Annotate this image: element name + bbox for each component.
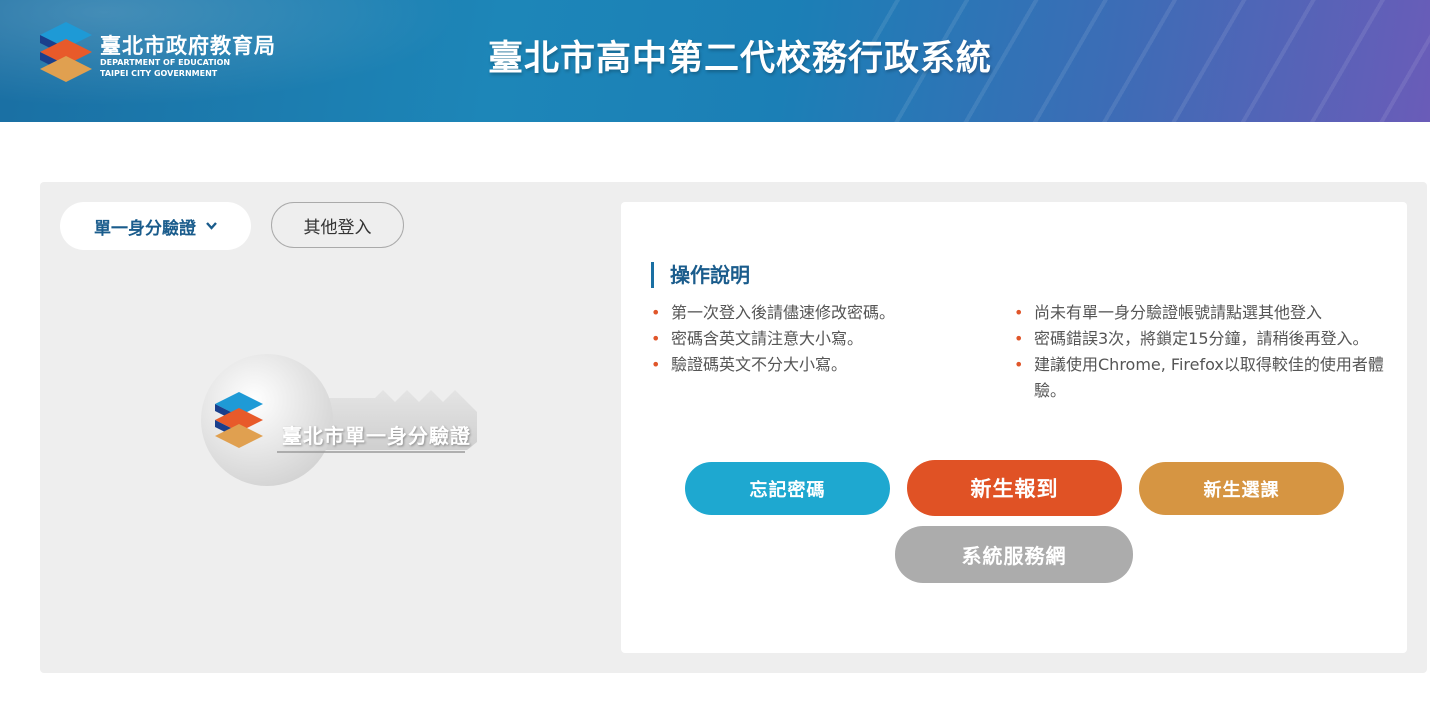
instructions-right-list: 尚未有單一身分驗證帳號請點選其他登入 密碼錯誤3次，將鎖定15分鐘，請稍後再登入… (1014, 300, 1384, 404)
department-logo[interactable]: 臺北市政府教育局 DEPARTMENT OF EDUCATION TAIPEI … (40, 22, 290, 88)
list-item: 驗證碼英文不分大小寫。 (651, 352, 991, 378)
list-item: 建議使用Chrome, Firefox以取得較佳的使用者體驗。 (1014, 352, 1384, 404)
chevron-down-icon (206, 219, 217, 233)
tab-single-sign-on-label: 單一身分驗證 (94, 218, 196, 239)
list-item: 密碼錯誤3次，將鎖定15分鐘，請稍後再登入。 (1014, 326, 1384, 352)
site-title: 臺北市高中第二代校務行政系統 (487, 39, 992, 79)
tab-other-login[interactable]: 其他登入 (271, 202, 404, 248)
login-panel: 單一身分驗證 其他登入 臺北市單一身分驗證 操作說明 • 第一次登入後請儘速修改… (40, 182, 1427, 673)
logo-title-en-line1: DEPARTMENT OF EDUCATION (100, 58, 231, 67)
list-item: 尚未有單一身分驗證帳號請點選其他登入 (1014, 300, 1384, 326)
system-service-button[interactable]: 系統服務網 (895, 526, 1133, 583)
site-header: 臺北市政府教育局 DEPARTMENT OF EDUCATION TAIPEI … (0, 0, 1430, 122)
forgot-password-button[interactable]: 忘記密碼 (685, 462, 890, 515)
department-logo-icon (40, 22, 92, 82)
logo-title-zh: 臺北市政府教育局 (100, 34, 276, 58)
instructions-title: 操作說明 (651, 262, 750, 288)
tab-single-sign-on[interactable]: 單一身分驗證 (60, 202, 251, 250)
sso-key-graphic[interactable]: 臺北市單一身分驗證 (195, 350, 495, 490)
instructions-card: 操作說明 第一次登入後請儘速修改密碼。 密碼含英文請注意大小寫。 驗證碼英文不分… (621, 202, 1407, 653)
instructions-left-list: 第一次登入後請儘速修改密碼。 密碼含英文請注意大小寫。 驗證碼英文不分大小寫。 (651, 300, 991, 378)
list-item: 密碼含英文請注意大小寫。 (651, 326, 991, 352)
key-graphic-label: 臺北市單一身分驗證 (282, 424, 471, 448)
new-student-register-button[interactable]: 新生報到 (907, 460, 1122, 516)
list-item: 第一次登入後請儘速修改密碼。 (651, 300, 991, 326)
logo-title-en: DEPARTMENT OF EDUCATION TAIPEI CITY GOVE… (100, 57, 230, 79)
new-student-course-button[interactable]: 新生選課 (1139, 462, 1344, 515)
logo-title-en-line2: TAIPEI CITY GOVERNMENT (100, 69, 218, 78)
